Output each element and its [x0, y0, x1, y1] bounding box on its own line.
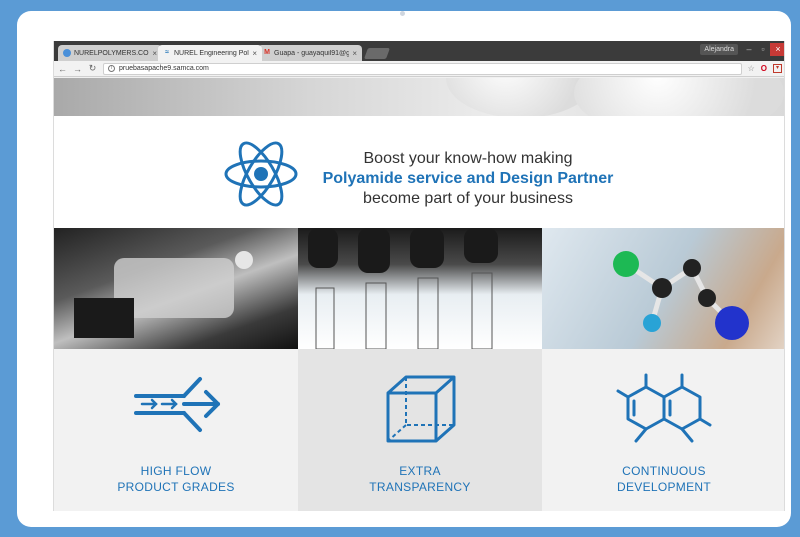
hero-headline: Boost your know-how making Polyamide ser… [318, 149, 618, 209]
features-section: HIGH FLOW PRODUCT GRADES EXTRA TRANSPARE… [54, 349, 784, 511]
feature-high-flow[interactable]: HIGH FLOW PRODUCT GRADES [54, 349, 298, 511]
minimize-icon[interactable]: – [742, 43, 756, 56]
engine-graphic [74, 251, 253, 338]
feature-label-line-1: EXTRA [399, 464, 441, 478]
feature-transparency[interactable]: EXTRA TRANSPARENCY [298, 349, 542, 511]
engine-photo [54, 228, 298, 349]
feature-label-line-2: TRANSPARENCY [369, 480, 471, 494]
molecule-graphic [613, 251, 749, 340]
headline-line-2: Polyamide service and Design Partner [322, 170, 614, 187]
headline-line-3: become part of your business [363, 190, 573, 207]
close-icon[interactable]: × [152, 49, 157, 58]
feature-development[interactable]: CONTINUOUS DEVELOPMENT [542, 349, 784, 511]
atom-icon [224, 141, 298, 207]
test-tubes-graphic [308, 228, 498, 349]
back-arrow-icon[interactable]: ← [58, 64, 67, 74]
gmail-icon: M [264, 49, 270, 56]
cube-icon [386, 375, 456, 443]
photo-strip [54, 228, 784, 349]
feature-label: CONTINUOUS DEVELOPMENT [542, 463, 784, 495]
tab-nurel-engineering[interactable]: ≈ NUREL Engineering Poly × [158, 45, 262, 61]
tab-label: NURELPOLYMERS.COM [74, 49, 150, 57]
nurel-icon: ≈ [165, 49, 169, 56]
globe-icon [63, 49, 71, 57]
url-text: pruebasapache9.samca.com [119, 65, 209, 72]
web-page: Boost your know-how making Polyamide ser… [54, 78, 784, 511]
extension-icon[interactable]: ▾ [773, 64, 782, 73]
feature-label: EXTRA TRANSPARENCY [298, 463, 542, 495]
molecule-icon [616, 373, 712, 443]
info-icon[interactable]: i [108, 65, 115, 72]
tab-label: Guapa - guayaquil91@g [274, 49, 350, 57]
close-icon[interactable]: × [252, 49, 257, 58]
test-tubes-photo [298, 228, 542, 349]
intro-section: Boost your know-how making Polyamide ser… [54, 116, 784, 228]
tab-strip: NURELPOLYMERS.COM × ≈ NUREL Engineering … [54, 41, 784, 61]
browser-toolbar: ← → ↻ i pruebasapache9.samca.com ☆ O ▾ [54, 61, 784, 77]
tab-label: NUREL Engineering Poly [174, 49, 250, 57]
hero-banner [54, 78, 784, 116]
feature-label: HIGH FLOW PRODUCT GRADES [54, 463, 298, 495]
flow-arrows-icon [134, 377, 220, 432]
new-tab-button[interactable] [363, 48, 391, 59]
tab-nurelpolymers[interactable]: NURELPOLYMERS.COM × [58, 45, 162, 61]
maximize-icon[interactable]: ▫ [756, 43, 770, 56]
close-icon[interactable]: × [352, 49, 357, 58]
feature-label-line-1: HIGH FLOW [140, 464, 212, 478]
feature-label-line-1: CONTINUOUS [622, 464, 706, 478]
forward-arrow-icon[interactable]: → [73, 64, 82, 74]
molecule-photo [542, 228, 784, 349]
address-bar[interactable]: i pruebasapache9.samca.com [103, 62, 742, 75]
profile-button[interactable]: Alejandra [700, 44, 738, 55]
window-close-icon[interactable]: × [770, 43, 784, 56]
bookmark-star-icon[interactable]: ☆ [748, 64, 755, 73]
tab-gmail[interactable]: M Guapa - guayaquil91@g × [258, 45, 362, 61]
feature-label-line-2: PRODUCT GRADES [117, 480, 235, 494]
opera-extension-icon[interactable]: O [761, 64, 767, 73]
browser-window: NURELPOLYMERS.COM × ≈ NUREL Engineering … [53, 41, 785, 511]
camera-dot [400, 11, 405, 16]
reload-icon[interactable]: ↻ [88, 63, 97, 74]
feature-label-line-2: DEVELOPMENT [617, 480, 711, 494]
headline-line-1: Boost your know-how making [363, 150, 573, 167]
